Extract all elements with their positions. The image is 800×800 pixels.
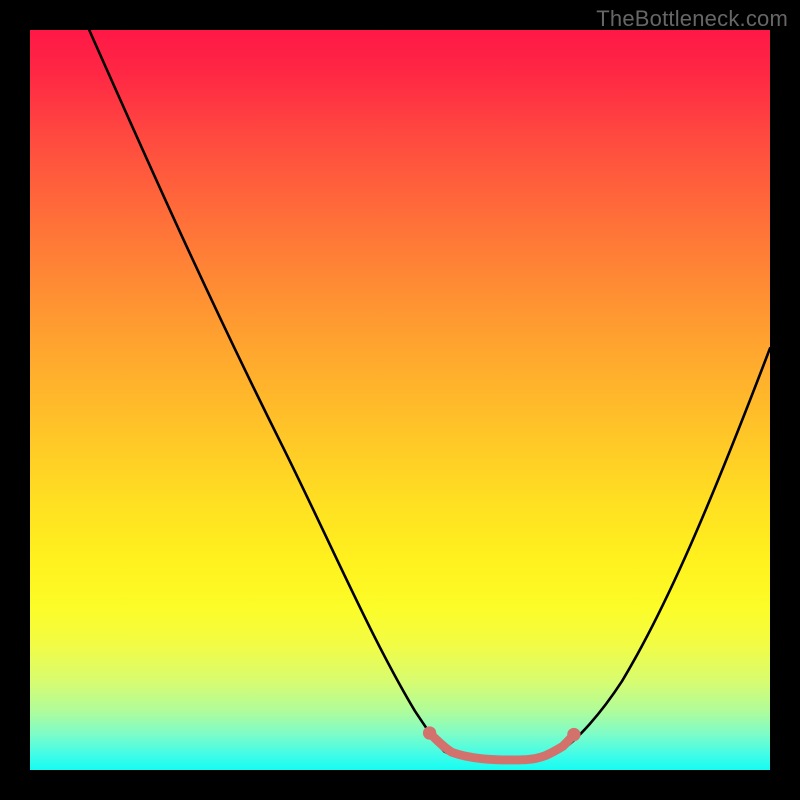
- plot-area: [30, 30, 770, 770]
- watermark-text: TheBottleneck.com: [596, 6, 788, 32]
- chart-svg: [30, 30, 770, 770]
- marker-start-dot: [423, 726, 436, 739]
- bottleneck-curve: [89, 30, 770, 763]
- chart-canvas: TheBottleneck.com: [0, 0, 800, 800]
- optimal-range-marker: [430, 733, 574, 760]
- marker-end-dot: [567, 728, 580, 741]
